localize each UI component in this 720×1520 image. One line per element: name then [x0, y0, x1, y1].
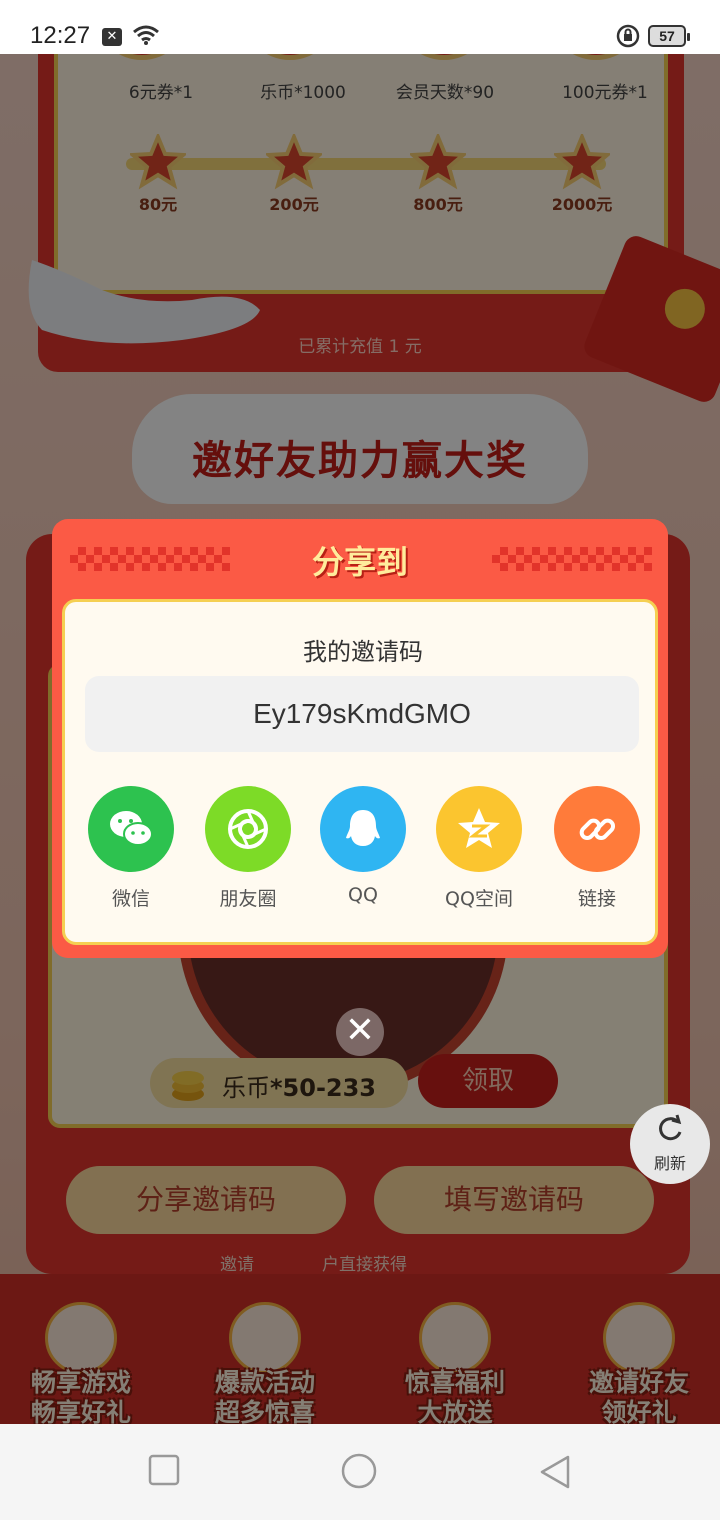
wifi-icon — [132, 24, 160, 50]
share-wechat-button[interactable]: 微信 — [81, 786, 181, 911]
system-navigation-bar — [0, 1424, 720, 1520]
dialog-body: 我的邀请码 Ey179sKmdGMO 微信 朋友圈 QQ QQ空间 链接 — [62, 599, 658, 945]
qq-icon — [320, 786, 406, 872]
refresh-icon — [659, 1114, 682, 1141]
rotation-lock-icon — [616, 24, 640, 52]
share-qq-button[interactable]: QQ — [313, 786, 413, 906]
moments-icon — [205, 786, 291, 872]
invite-code-field[interactable]: Ey179sKmdGMO — [85, 676, 639, 752]
link-icon — [554, 786, 640, 872]
back-button[interactable] — [538, 1454, 572, 1490]
share-qzone-button[interactable]: QQ空间 — [429, 786, 529, 911]
share-moments-button[interactable]: 朋友圈 — [198, 786, 298, 911]
status-bar: 12:27 ✕ 57 — [0, 0, 720, 54]
invite-code-label: 我的邀请码 — [303, 638, 423, 666]
close-dialog-button[interactable]: ✕ — [336, 1008, 384, 1056]
notification-icon: ✕ — [102, 28, 122, 46]
dialog-title: 分享到 — [311, 543, 408, 581]
close-icon: ✕ — [344, 1010, 376, 1051]
status-time: 12:27 — [30, 22, 91, 49]
qzone-icon — [436, 786, 522, 872]
share-label: 微信 — [111, 888, 150, 910]
share-label: QQ — [348, 884, 378, 906]
recent-apps-button[interactable] — [148, 1454, 180, 1486]
share-label: 朋友圈 — [219, 888, 277, 910]
battery-icon: 57 — [648, 25, 690, 47]
share-label: 链接 — [577, 888, 616, 910]
refresh-label: 刷新 — [653, 1154, 686, 1173]
wechat-icon — [88, 786, 174, 872]
home-button[interactable] — [340, 1452, 378, 1490]
refresh-button[interactable]: 刷新 — [630, 1104, 710, 1184]
share-link-button[interactable]: 链接 — [547, 786, 647, 911]
share-dialog: 分享到 我的邀请码 Ey179sKmdGMO 微信 朋友圈 QQ QQ空间 链接 — [52, 519, 668, 958]
share-label: QQ空间 — [445, 888, 513, 910]
